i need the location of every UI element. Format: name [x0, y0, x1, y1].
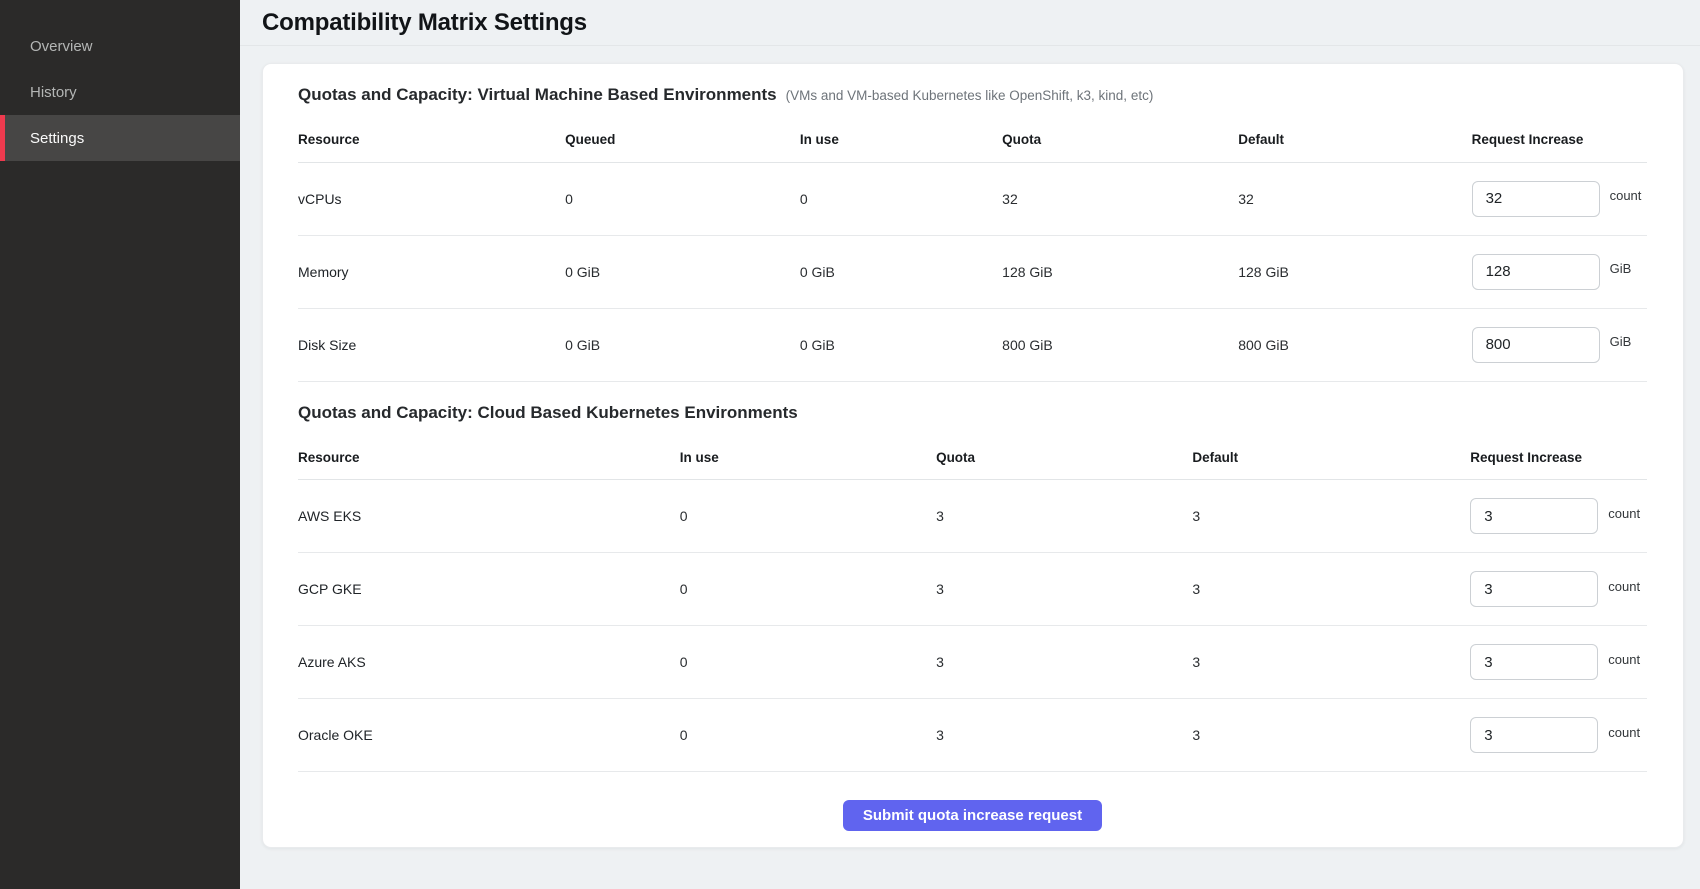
- request-increase-cell: GiB: [1472, 308, 1647, 381]
- request-increase-input[interactable]: [1472, 327, 1600, 363]
- unit-label: GiB: [1610, 261, 1632, 276]
- request-increase-input[interactable]: [1470, 571, 1598, 607]
- resource-value: 0: [680, 480, 936, 553]
- resource-value: 0 GiB: [800, 308, 1002, 381]
- resource-value: 128 GiB: [1002, 235, 1238, 308]
- page-title: Compatibility Matrix Settings: [262, 9, 587, 37]
- request-increase-input[interactable]: [1472, 181, 1600, 217]
- table-row: AWS EKS033count: [298, 480, 1647, 553]
- column-header: Resource: [298, 436, 680, 480]
- resource-name: vCPUs: [298, 162, 565, 235]
- request-increase-cell: count: [1472, 162, 1647, 235]
- unit-label: GiB: [1610, 334, 1632, 349]
- section-vm-environments: Quotas and Capacity: Virtual Machine Bas…: [298, 85, 1647, 382]
- resource-value: 800 GiB: [1238, 308, 1471, 381]
- column-header: Queued: [565, 118, 800, 162]
- column-header: Request Increase: [1472, 118, 1647, 162]
- sidebar-item-overview[interactable]: Overview: [0, 23, 240, 69]
- resource-value: 0: [680, 699, 936, 772]
- resource-name: Azure AKS: [298, 626, 680, 699]
- column-header: Quota: [1002, 118, 1238, 162]
- sidebar: Overview History Settings: [0, 0, 240, 889]
- request-increase-cell: count: [1470, 699, 1647, 772]
- column-header: Quota: [936, 436, 1192, 480]
- resource-value: 0: [565, 162, 800, 235]
- column-header: Default: [1238, 118, 1471, 162]
- unit-label: count: [1608, 725, 1640, 740]
- section-subtitle: (VMs and VM-based Kubernetes like OpenSh…: [786, 88, 1154, 103]
- request-increase-cell: count: [1470, 626, 1647, 699]
- resource-value: 0 GiB: [565, 235, 800, 308]
- column-header: Default: [1192, 436, 1470, 480]
- request-increase-cell: GiB: [1472, 235, 1647, 308]
- unit-label: count: [1610, 188, 1642, 203]
- column-header: In use: [800, 118, 1002, 162]
- submit-row: Submit quota increase request: [298, 800, 1647, 831]
- resource-value: 3: [1192, 699, 1470, 772]
- vm-quota-table: ResourceQueuedIn useQuotaDefaultRequest …: [298, 118, 1647, 382]
- resource-value: 3: [936, 480, 1192, 553]
- unit-label: count: [1608, 579, 1640, 594]
- resource-value: 128 GiB: [1238, 235, 1471, 308]
- resource-name: Oracle OKE: [298, 699, 680, 772]
- cloud-quota-table: ResourceIn useQuotaDefaultRequest Increa…: [298, 436, 1647, 773]
- resource-value: 3: [936, 626, 1192, 699]
- table-header-row: ResourceQueuedIn useQuotaDefaultRequest …: [298, 118, 1647, 162]
- table-row: Disk Size0 GiB0 GiB800 GiB800 GiBGiB: [298, 308, 1647, 381]
- resource-name: AWS EKS: [298, 480, 680, 553]
- resource-value: 3: [1192, 553, 1470, 626]
- resource-name: Memory: [298, 235, 565, 308]
- section-title: Quotas and Capacity: Cloud Based Kuberne…: [298, 403, 798, 423]
- resource-value: 3: [936, 553, 1192, 626]
- column-header: Request Increase: [1470, 436, 1647, 480]
- submit-quota-increase-button[interactable]: Submit quota increase request: [843, 800, 1102, 831]
- request-increase-input[interactable]: [1470, 717, 1598, 753]
- resource-value: 0: [800, 162, 1002, 235]
- unit-label: count: [1608, 652, 1640, 667]
- request-increase-input[interactable]: [1470, 644, 1598, 680]
- table-row: Oracle OKE033count: [298, 699, 1647, 772]
- resource-value: 0: [680, 553, 936, 626]
- table-row: Azure AKS033count: [298, 626, 1647, 699]
- resource-name: Disk Size: [298, 308, 565, 381]
- column-header: In use: [680, 436, 936, 480]
- settings-card: Quotas and Capacity: Virtual Machine Bas…: [262, 63, 1684, 848]
- column-header: Resource: [298, 118, 565, 162]
- resource-value: 0 GiB: [800, 235, 1002, 308]
- page-header: Compatibility Matrix Settings: [240, 0, 1700, 46]
- request-increase-cell: count: [1470, 553, 1647, 626]
- resource-value: 3: [1192, 626, 1470, 699]
- resource-name: GCP GKE: [298, 553, 680, 626]
- resource-value: 800 GiB: [1002, 308, 1238, 381]
- content-area: Quotas and Capacity: Virtual Machine Bas…: [240, 46, 1700, 889]
- sidebar-item-settings[interactable]: Settings: [0, 115, 240, 161]
- request-increase-input[interactable]: [1472, 254, 1600, 290]
- resource-value: 0 GiB: [565, 308, 800, 381]
- resource-value: 3: [1192, 480, 1470, 553]
- unit-label: count: [1608, 506, 1640, 521]
- table-header-row: ResourceIn useQuotaDefaultRequest Increa…: [298, 436, 1647, 480]
- table-row: Memory0 GiB0 GiB128 GiB128 GiBGiB: [298, 235, 1647, 308]
- section-title: Quotas and Capacity: Virtual Machine Bas…: [298, 85, 777, 105]
- request-increase-cell: count: [1470, 480, 1647, 553]
- table-row: GCP GKE033count: [298, 553, 1647, 626]
- main-area: Compatibility Matrix Settings Quotas and…: [240, 0, 1700, 889]
- resource-value: 32: [1238, 162, 1471, 235]
- section-cloud-kubernetes: Quotas and Capacity: Cloud Based Kuberne…: [298, 403, 1647, 773]
- resource-value: 3: [936, 699, 1192, 772]
- sidebar-item-history[interactable]: History: [0, 69, 240, 115]
- table-row: vCPUs003232count: [298, 162, 1647, 235]
- resource-value: 32: [1002, 162, 1238, 235]
- resource-value: 0: [680, 626, 936, 699]
- request-increase-input[interactable]: [1470, 498, 1598, 534]
